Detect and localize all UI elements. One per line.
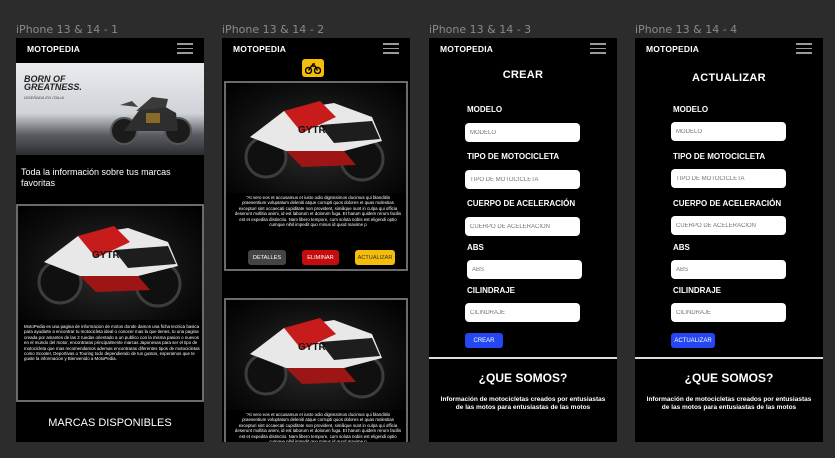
superbike-icon: GYTR (37, 226, 182, 308)
hamburger-icon[interactable] (177, 43, 193, 54)
superbike-image: GYTR (226, 83, 406, 193)
brand-logo[interactable]: MOTOPEDIA (233, 44, 286, 54)
about-text: Información de motocicletas creados por … (440, 396, 606, 411)
brands-title: MARCAS DISPONIBLES (48, 417, 172, 429)
brand-logo[interactable]: MOTOPEDIA (440, 44, 493, 54)
frame-label-4: iPhone 13 & 14 - 4 (635, 23, 738, 36)
hero-banner: BORN OF GREATNESS. DISEÑADA EN ITALIA (16, 63, 204, 155)
model-input[interactable] (465, 123, 580, 142)
hero-slogan: BORN OF GREATNESS. (24, 74, 82, 92)
displacement-input[interactable] (465, 303, 580, 322)
create-button[interactable]: CREAR (465, 333, 503, 348)
superbike-icon: GYTR (244, 318, 385, 399)
hero-subtitle: DISEÑADA EN ITALIA (24, 95, 65, 100)
model-input[interactable] (671, 122, 786, 141)
update-title: ACTUALIZAR (692, 72, 766, 84)
naked-bike-image (110, 97, 192, 145)
details-button[interactable]: DETALLES (248, 250, 286, 265)
description-text: MotoPedia es una pagina de informacion d… (24, 324, 200, 362)
frame-home: MOTOPEDIA BORN OF GREATNESS. DISEÑADA EN… (16, 38, 204, 442)
abs-input[interactable] (467, 260, 582, 279)
throttle-body-label: CUERPO DE ACELERACIÓN (673, 199, 782, 208)
frame-create: MOTOPEDIA CREAR MODELO TIPO DE MOTOCICLE… (429, 38, 617, 442)
type-input[interactable] (465, 170, 580, 189)
model-label: MODELO (467, 105, 503, 114)
type-input[interactable] (671, 169, 786, 188)
type-label: TIPO DE MOTOCICLETA (467, 152, 560, 161)
displacement-input[interactable] (671, 303, 786, 322)
moto-card-2: GYTR "At vero eos et accusamus et iusto … (224, 298, 408, 442)
update-submit-button[interactable]: ACTUALIZAR (671, 333, 715, 348)
displacement-label: CILINDRAJE (467, 286, 516, 295)
about-text: Información de motocicletas creados por … (646, 396, 812, 411)
moto-card-1: GYTR "At vero eos et accusamus et iusto … (224, 81, 408, 271)
moto-description: "At vero eos et accusamus et iusto odio … (234, 412, 402, 442)
type-label: TIPO DE MOTOCICLETA (673, 152, 766, 161)
frame-label-2: iPhone 13 & 14 - 2 (222, 23, 325, 36)
intro-text: Toda la información sobre tus marcas fav… (21, 167, 171, 188)
header: MOTOPEDIA (429, 38, 617, 59)
create-title: CREAR (502, 69, 544, 81)
svg-text:GYTR: GYTR (298, 342, 327, 353)
motorcycle-filter-button[interactable] (302, 59, 324, 77)
header: MOTOPEDIA (16, 38, 204, 59)
hamburger-icon[interactable] (383, 43, 399, 54)
throttle-body-input[interactable] (465, 217, 580, 236)
frame-label-1: iPhone 13 & 14 - 1 (16, 23, 119, 36)
moto-description: "At vero eos et accusamus et iusto odio … (234, 195, 402, 228)
superbike-image: GYTR (18, 206, 202, 320)
header: MOTOPEDIA (222, 38, 410, 59)
featured-card: GYTR MotoPedia es una pagina de informac… (16, 204, 204, 402)
abs-input[interactable] (671, 260, 786, 279)
frame-catalog: MOTOPEDIA GYTR "At vero eos et accusamus… (222, 38, 410, 442)
section-divider (635, 357, 823, 359)
svg-text:GYTR: GYTR (92, 250, 121, 261)
frame-label-3: iPhone 13 & 14 - 3 (429, 23, 532, 36)
section-divider (429, 357, 617, 359)
delete-button[interactable]: ELIMINAR (302, 250, 339, 265)
svg-text:GYTR: GYTR (298, 125, 327, 136)
motorcycle-icon (305, 62, 321, 74)
abs-label: ABS (673, 243, 690, 252)
model-label: MODELO (673, 105, 709, 114)
superbike-image: GYTR (226, 300, 406, 410)
throttle-body-label: CUERPO DE ACELERACIÓN (467, 199, 576, 208)
header: MOTOPEDIA (635, 38, 823, 59)
displacement-label: CILINDRAJE (673, 286, 722, 295)
superbike-icon: GYTR (244, 101, 385, 182)
hamburger-icon[interactable] (796, 43, 812, 54)
hamburger-icon[interactable] (590, 43, 606, 54)
brand-logo[interactable]: MOTOPEDIA (27, 44, 80, 54)
abs-label: ABS (467, 243, 484, 252)
throttle-body-input[interactable] (671, 216, 786, 235)
about-title: ¿QUE SOMOS? (684, 371, 774, 385)
about-title: ¿QUE SOMOS? (478, 371, 568, 385)
update-button[interactable]: ACTUALIZAR (355, 250, 395, 265)
brand-logo[interactable]: MOTOPEDIA (646, 44, 699, 54)
frame-update: MOTOPEDIA ACTUALIZAR MODELO TIPO DE MOTO… (635, 38, 823, 442)
